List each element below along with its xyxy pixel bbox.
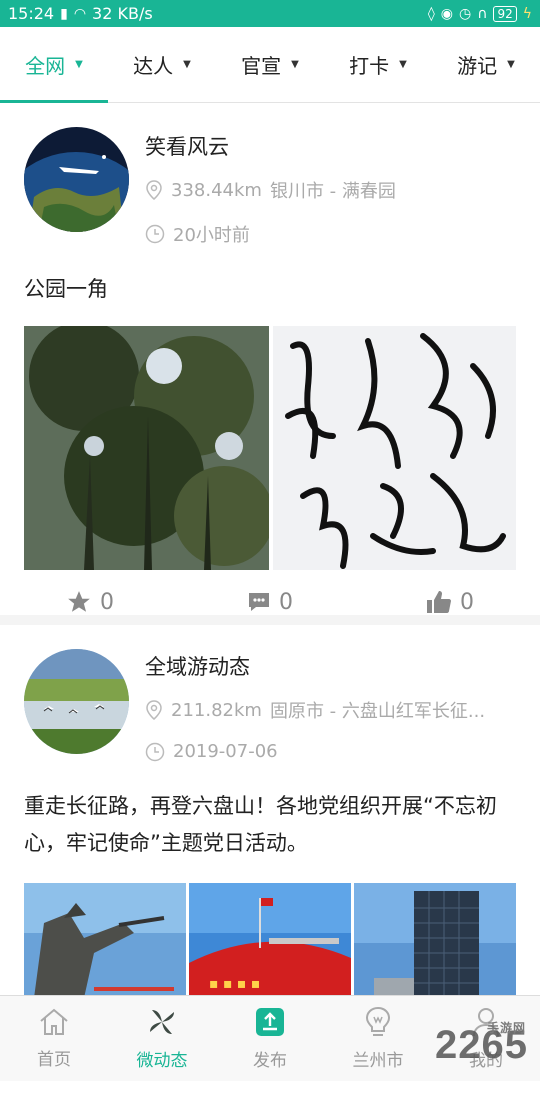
nav-home[interactable]: 首页 xyxy=(0,996,108,1081)
caret-down-icon: ▼ xyxy=(183,59,191,70)
home-icon xyxy=(40,1008,68,1035)
avatar[interactable] xyxy=(24,649,129,754)
battery-level: 92 xyxy=(493,5,517,22)
signal-icon: ▮ xyxy=(60,5,68,22)
tab-experts[interactable]: 达人 ▼ xyxy=(108,27,216,102)
post-photo[interactable] xyxy=(354,883,516,998)
favorite-button[interactable]: 0 xyxy=(0,577,180,627)
lock-rotation-icon: ◉ xyxy=(440,5,453,22)
post-actions: 0 0 0 xyxy=(0,577,540,627)
network-speed: 32 KB/s xyxy=(92,4,153,23)
caret-down-icon: ▼ xyxy=(75,59,83,70)
status-time: 15:24 xyxy=(8,4,55,23)
favorite-count: 0 xyxy=(100,589,114,615)
post-photo[interactable]: ▪ ▪ ▪ ▪ xyxy=(189,883,351,998)
post-time: 2019-07-06 xyxy=(173,741,278,762)
comment-count: 0 xyxy=(279,589,293,615)
tab-label: 官宣 xyxy=(241,54,282,78)
tab-label: 全网 xyxy=(25,54,66,78)
watermark-sub: 手游网 xyxy=(486,1021,526,1035)
headset-icon: ∩ xyxy=(477,5,488,22)
like-button[interactable]: 0 xyxy=(360,577,540,627)
distance: 338.44km xyxy=(171,179,262,201)
location: 银川市 - 满春园 xyxy=(269,181,396,202)
comment-button[interactable]: 0 xyxy=(180,577,360,627)
tab-label: 游记 xyxy=(457,54,498,78)
caret-down-icon: ▼ xyxy=(507,59,515,70)
vibrate-icon: ◊ xyxy=(427,5,435,22)
nav-city[interactable]: 兰州市 xyxy=(324,996,432,1081)
tab-checkin[interactable]: 打卡 ▼ xyxy=(324,27,432,102)
nav-label: 微动态 xyxy=(136,1051,188,1071)
nav-moments[interactable]: 微动态 xyxy=(108,996,216,1081)
author-name[interactable]: 笑看风云 xyxy=(145,131,229,161)
post-text[interactable]: 公园一角 xyxy=(24,271,516,308)
like-count: 0 xyxy=(460,589,474,615)
tab-official[interactable]: 官宣 ▼ xyxy=(216,27,324,102)
star-icon xyxy=(68,591,90,612)
caret-down-icon: ▼ xyxy=(291,59,299,70)
tab-travelogue[interactable]: 游记 ▼ xyxy=(432,27,540,102)
clock-icon xyxy=(145,742,165,761)
post-card[interactable]: 笑看风云 338.44km 银川市 - 满春园 20小时前 公园一角 0 0 0 xyxy=(0,103,540,625)
nav-publish[interactable]: 发布 xyxy=(216,996,324,1081)
pinwheel-icon xyxy=(150,1010,174,1034)
category-tabs: 全网 ▼ 达人 ▼ 官宣 ▼ 打卡 ▼ 游记 ▼ xyxy=(0,27,540,103)
post-photo[interactable] xyxy=(24,883,186,998)
alarm-icon: ◷ xyxy=(459,5,472,22)
location-row: 211.82km 固原市 - 六盘山红军长征... xyxy=(145,697,485,723)
upload-icon xyxy=(256,1008,284,1036)
clock-icon xyxy=(145,224,165,244)
tab-label: 打卡 xyxy=(349,54,390,78)
location-pin-icon xyxy=(146,700,162,720)
comment-icon xyxy=(249,593,269,611)
lightbulb-icon xyxy=(365,1006,391,1036)
avatar[interactable] xyxy=(24,127,129,232)
time-row: 2019-07-06 xyxy=(145,741,278,762)
tab-all[interactable]: 全网 ▼ xyxy=(0,27,108,103)
wifi-icon: ◠ xyxy=(73,5,87,22)
nav-label: 兰州市 xyxy=(352,1051,404,1071)
charging-icon: ϟ xyxy=(522,5,532,22)
time-row: 20小时前 xyxy=(145,221,250,247)
status-bar: 15:24 ▮ ◠ 32 KB/s ◊ ◉ ◷ ∩ 92 ϟ xyxy=(0,0,540,27)
nav-label: 首页 xyxy=(37,1050,71,1070)
watermark: 2265 手游网 xyxy=(435,1021,528,1068)
svg-text:▪ ▪ ▪ ▪: ▪ ▪ ▪ ▪ xyxy=(209,976,260,992)
caret-down-icon: ▼ xyxy=(399,59,407,70)
feed: 笑看风云 338.44km 银川市 - 满春园 20小时前 公园一角 0 0 0… xyxy=(0,103,540,1105)
location: 固原市 - 六盘山红军长征... xyxy=(269,701,486,722)
thumbs-up-icon xyxy=(427,591,451,613)
post-photo[interactable] xyxy=(24,326,269,570)
distance: 211.82km xyxy=(171,699,262,721)
author-name[interactable]: 全域游动态 xyxy=(145,651,250,681)
location-pin-icon xyxy=(146,180,162,200)
nav-label: 发布 xyxy=(253,1051,287,1071)
location-row: 338.44km 银川市 - 满春园 xyxy=(145,177,396,203)
tab-label: 达人 xyxy=(133,54,174,78)
post-time: 20小时前 xyxy=(173,225,250,246)
post-text[interactable]: 重走长征路，再登六盘山！各地党组织开展“不忘初心，牢记使命”主题党日活动。 xyxy=(24,788,516,862)
post-photo[interactable] xyxy=(273,326,516,570)
